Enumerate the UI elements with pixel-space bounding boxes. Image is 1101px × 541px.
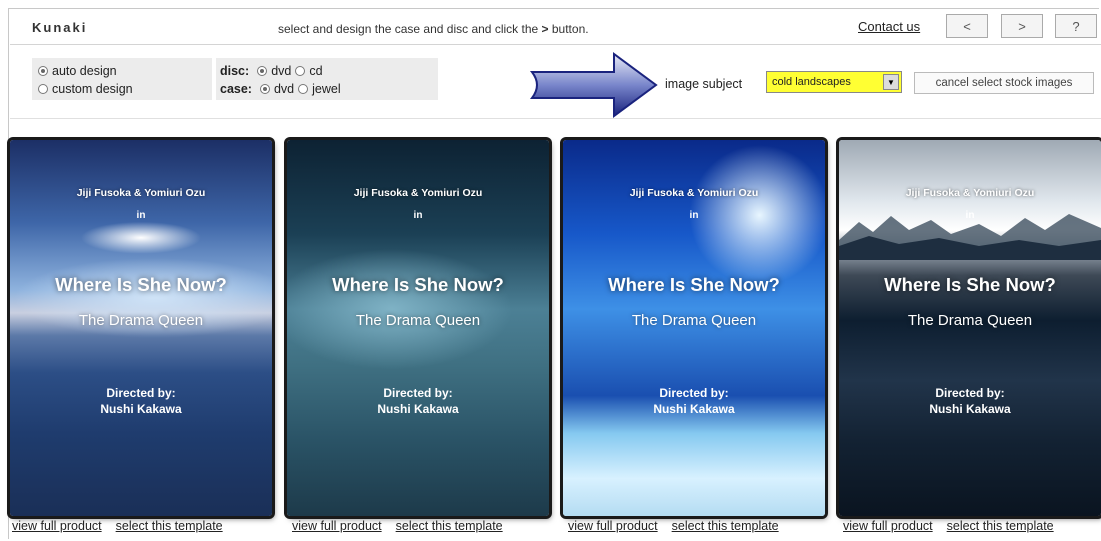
select-template-link-3[interactable]: select this template [672, 519, 779, 533]
disc-dvd-radio[interactable] [257, 66, 268, 76]
cover-4-links: view full product select this template [843, 519, 1054, 533]
instruction-text: select and design the case and disc and … [278, 22, 589, 36]
auto-design-radio[interactable] [38, 66, 48, 76]
options-divider [10, 118, 1101, 119]
prev-button[interactable]: < [946, 14, 988, 38]
select-template-link-1[interactable]: select this template [116, 519, 223, 533]
case-dvd-radio[interactable] [259, 84, 270, 94]
header-bar: Kunaki select and design the case and di… [0, 0, 1101, 44]
media-options-panel: disc: dvd cd case: dvd jewel [216, 58, 438, 100]
view-full-product-link-3[interactable]: view full product [568, 519, 658, 533]
help-button[interactable]: ? [1055, 14, 1097, 38]
pointer-arrow-icon [529, 52, 658, 118]
cover-1-links: view full product select this template [12, 519, 223, 533]
next-button[interactable]: > [1001, 14, 1043, 38]
design-options-panel: auto design custom design [32, 58, 212, 100]
contact-us-link[interactable]: Contact us [858, 19, 920, 34]
template-cover-2[interactable]: Jiji Fusoka & Yomiuri Ozu in Where Is Sh… [287, 140, 549, 516]
select-template-link-4[interactable]: select this template [947, 519, 1054, 533]
auto-design-option[interactable]: auto design [38, 64, 117, 78]
image-subject-label: image subject [665, 77, 743, 91]
view-full-product-link-2[interactable]: view full product [292, 519, 382, 533]
cover-2-links: view full product select this template [292, 519, 503, 533]
dropdown-arrow-icon[interactable]: ▼ [883, 74, 899, 90]
custom-design-radio[interactable] [38, 84, 48, 94]
cancel-stock-images-button[interactable]: cancel select stock images [914, 72, 1094, 94]
template-cover-3[interactable]: Jiji Fusoka & Yomiuri Ozu in Where Is Sh… [563, 140, 825, 516]
view-full-product-link-1[interactable]: view full product [12, 519, 102, 533]
case-options: case: dvd jewel [220, 82, 341, 96]
select-template-link-2[interactable]: select this template [396, 519, 503, 533]
template-cover-1[interactable]: Jiji Fusoka & Yomiuri Ozu in Where Is Sh… [10, 140, 272, 516]
cover-3-links: view full product select this template [568, 519, 779, 533]
case-jewel-radio[interactable] [298, 84, 309, 94]
image-subject-select[interactable]: cold landscapes ▼ [766, 71, 902, 93]
brand-logo: Kunaki [32, 20, 88, 35]
disc-cd-radio[interactable] [295, 66, 306, 76]
custom-design-option[interactable]: custom design [38, 82, 133, 96]
header-divider [10, 44, 1101, 45]
disc-options: disc: dvd cd [220, 64, 323, 78]
template-cover-4[interactable]: Jiji Fusoka & Yomiuri Ozu in Where Is Sh… [839, 140, 1101, 516]
view-full-product-link-4[interactable]: view full product [843, 519, 933, 533]
